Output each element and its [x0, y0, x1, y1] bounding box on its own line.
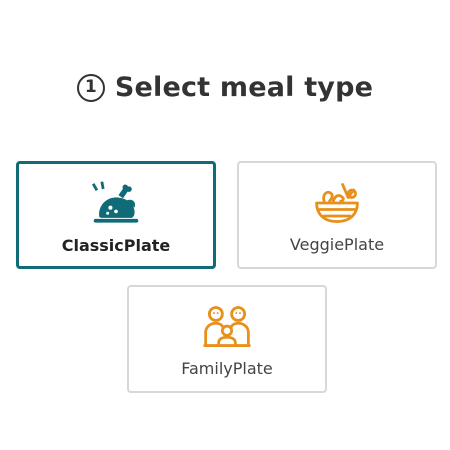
family-icon [201, 303, 253, 351]
meal-option-label: FamilyPlate [181, 359, 273, 378]
meal-option-family[interactable]: FamilyPlate [127, 285, 327, 393]
meal-option-classic[interactable]: ClassicPlate [16, 161, 216, 269]
meal-option-veggie[interactable]: VeggiePlate [237, 161, 437, 269]
page-title: Select meal type [114, 72, 374, 103]
meal-option-label: VeggiePlate [289, 235, 385, 254]
step-number-badge: 1 [76, 73, 105, 102]
roast-chicken-icon [90, 180, 142, 228]
meal-option-label: ClassicPlate [61, 236, 171, 255]
page-heading: 1 Select meal type [0, 72, 450, 103]
salad-bowl-icon [311, 179, 363, 227]
